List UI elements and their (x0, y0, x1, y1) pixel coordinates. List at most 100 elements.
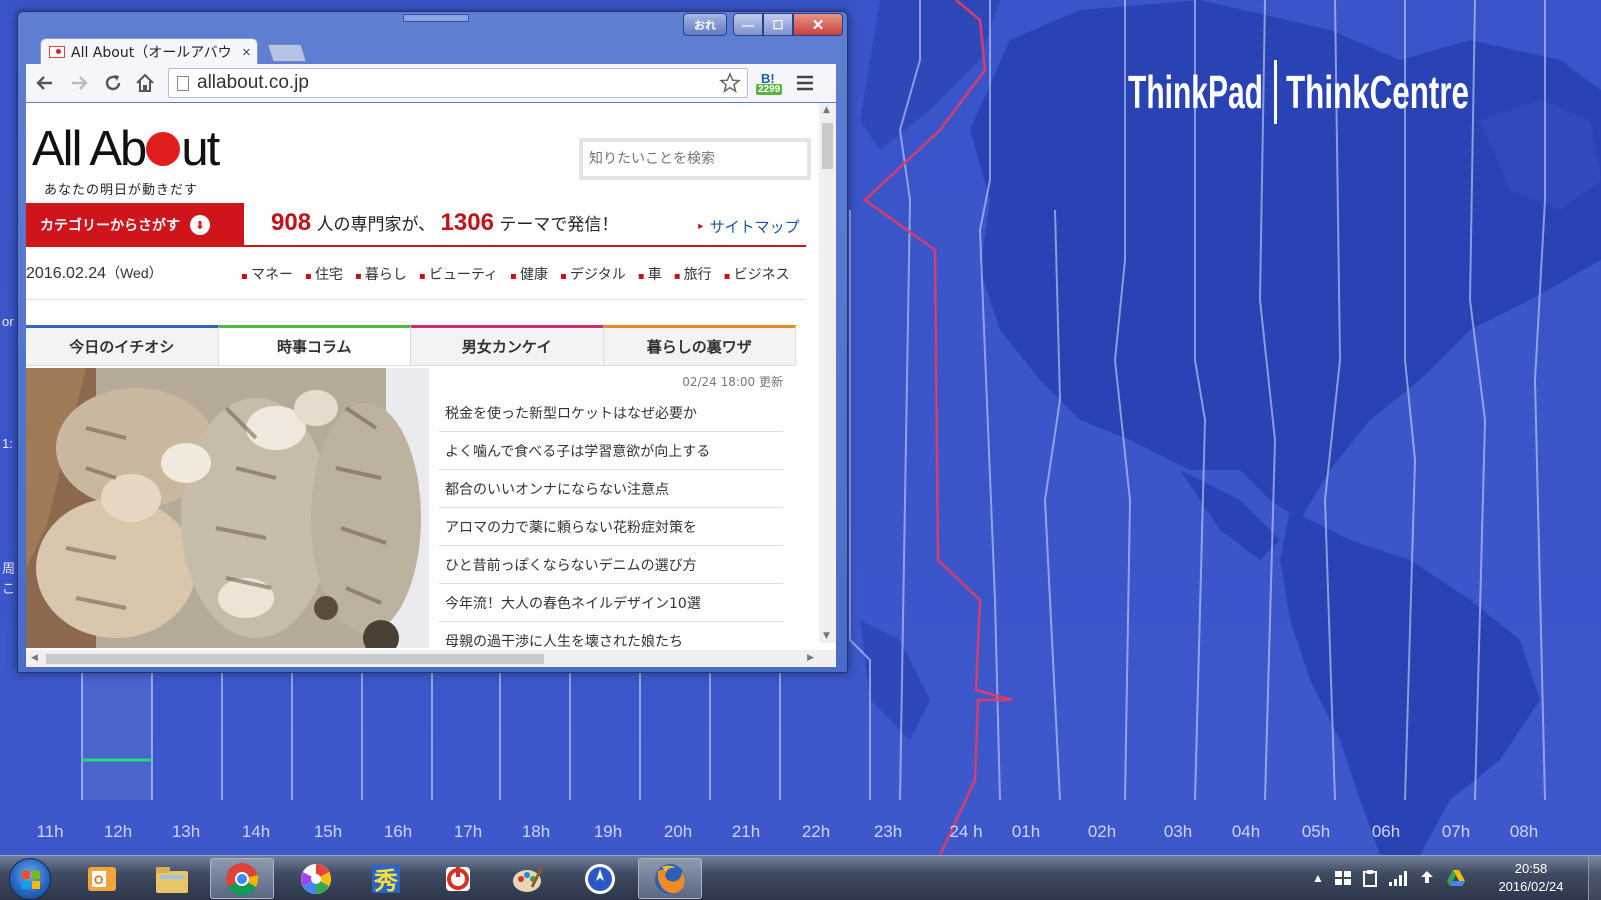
reload-icon (105, 75, 121, 91)
edge-text: or (2, 314, 14, 329)
clipboard-icon[interactable] (1362, 869, 1378, 887)
nav-link[interactable]: 車 (638, 264, 662, 284)
chrome-icon (226, 862, 259, 895)
nav-link[interactable]: デジタル (560, 264, 626, 284)
allabout-logo[interactable]: All Ab ut あなたの明日が動きだす (32, 121, 220, 198)
search-input[interactable] (583, 142, 807, 176)
news-item[interactable]: 都合のいいオンナにならない注意点 (439, 470, 783, 508)
timezone-label: 18h (521, 822, 551, 841)
current-date: 2016.02.24（Wed） (26, 263, 163, 283)
expert-count-headline: 908 人の専門家が、 1306 テーマで発信！ (271, 209, 618, 237)
tab-todays-pick[interactable]: 今日のイチオシ (26, 325, 219, 366)
news-item[interactable]: よく噛んで食べる子は学習意欲が向上する (439, 432, 783, 470)
clock-date: 2016/02/24 (1498, 879, 1564, 894)
headline-end: テーマで発信！ (499, 215, 619, 235)
network-signal-icon[interactable] (1388, 870, 1408, 886)
system-tray: ▲ (1312, 869, 1466, 887)
tab-strip: All About（オールアバウ × (26, 36, 836, 65)
hamburger-menu-icon (797, 75, 813, 91)
genre-nav: マネー 住宅 暮らし ビューティ 健康 デジタル 車 旅行 ビジネス (241, 264, 790, 284)
new-tab-button[interactable] (267, 44, 307, 62)
timezone-label: 02h (1087, 822, 1117, 841)
taskbar-app-outlook[interactable]: O (70, 858, 134, 899)
allabout-favicon-icon (49, 46, 65, 58)
nav-link[interactable]: 住宅 (305, 264, 343, 284)
tab-allabout[interactable]: All About（オールアバウ × (40, 38, 258, 65)
maximize-button[interactable]: ☐ (763, 13, 793, 36)
logo-text-prefix: All Ab (32, 122, 147, 176)
browser-window[interactable]: おれ — ☐ ✕ All About（オールアバウ × allabout.co.… (17, 11, 848, 673)
antivirus-icon (446, 866, 470, 891)
tab-current-affairs[interactable]: 時事コラム (218, 325, 411, 366)
horizontal-scroll-thumb[interactable] (46, 654, 544, 664)
reload-button[interactable] (100, 70, 126, 96)
back-button[interactable] (32, 70, 58, 96)
divider (26, 299, 806, 300)
news-item[interactable]: ひと昔前っぽくならないデニムの選び方 (439, 546, 783, 584)
scroll-down-icon[interactable]: ▼ (823, 631, 830, 641)
svg-text:ThinkCentre: ThinkCentre (1286, 66, 1469, 118)
taskbar-app-chrome[interactable] (210, 858, 274, 899)
horizontal-scrollbar[interactable]: ◀ ▶ (26, 650, 836, 667)
tab-relationships[interactable]: 男女カンケイ (411, 325, 604, 366)
nav-link[interactable]: マネー (241, 264, 293, 284)
menu-button[interactable] (792, 70, 818, 96)
start-button[interactable] (9, 858, 51, 900)
timezone-label: 06h (1371, 822, 1401, 841)
vertical-scroll-thumb[interactable] (822, 123, 833, 169)
kittens-photo[interactable] (26, 368, 429, 648)
sitemap-link[interactable]: サイトマップ (696, 216, 800, 237)
profile-button[interactable]: おれ (683, 13, 727, 36)
show-desktop-button[interactable] (1588, 856, 1601, 900)
nav-link[interactable]: 健康 (510, 264, 548, 284)
taskbar-app-paint[interactable] (496, 858, 560, 899)
vertical-scrollbar[interactable]: ▲ ▼ (819, 103, 836, 643)
address-bar[interactable]: allabout.co.jp (168, 68, 748, 98)
site-search[interactable] (579, 138, 811, 180)
page-viewport[interactable]: All Ab ut あなたの明日が動きだす カテゴリーからさがす ⬇ 908 人の… (26, 103, 836, 667)
taskbar-app-explorer[interactable] (140, 858, 204, 899)
hatena-bookmark-extension-icon[interactable]: B! 2299 (756, 71, 788, 97)
scroll-left-icon[interactable]: ◀ (31, 653, 38, 663)
nav-link[interactable]: ビューティ (419, 264, 498, 284)
scroll-right-icon[interactable]: ▶ (807, 653, 814, 663)
tab-life-hacks[interactable]: 暮らしの裏ワザ (603, 325, 796, 366)
show-hidden-icons-icon[interactable]: ▲ (1312, 871, 1324, 885)
taskbar-app-picasa[interactable] (284, 858, 348, 899)
file-explorer-icon (156, 866, 188, 893)
timezone-label: 16h (383, 822, 413, 841)
bookmark-star-icon[interactable] (719, 72, 741, 94)
svg-text:秀: 秀 (373, 867, 398, 895)
taskbar-app-navigator[interactable] (568, 858, 632, 899)
timezone-label: 11h (36, 822, 64, 841)
date-and-nav-row: 2016.02.24（Wed） マネー 住宅 暮らし ビューティ 健康 デジタル… (26, 259, 806, 289)
windows-update-icon[interactable] (1334, 870, 1352, 886)
recycle-sync-icon[interactable] (1418, 869, 1436, 887)
close-window-button[interactable]: ✕ (793, 13, 843, 36)
paint-icon (513, 865, 544, 892)
nav-link[interactable]: 暮らし (355, 264, 407, 284)
news-item[interactable]: 税金を使った新型ロケットはなぜ必要か (439, 394, 783, 432)
system-clock[interactable]: 20:58 2016/02/24 (1486, 860, 1576, 896)
date-value: 2016.02.24 (26, 265, 107, 282)
timezone-label: 17h (453, 822, 483, 841)
taskbar-app-firefox[interactable] (638, 858, 702, 899)
nav-link[interactable]: 旅行 (674, 264, 712, 284)
taskbar: O 秀 ▲ 20:58 2016/02/24 (0, 855, 1601, 900)
news-item[interactable]: 今年流！大人の春色ネイルデザイン10選 (439, 584, 783, 622)
window-drag-handle[interactable] (403, 14, 469, 22)
google-drive-icon[interactable] (1446, 869, 1466, 887)
nav-link[interactable]: ビジネス (724, 264, 790, 284)
home-button[interactable] (132, 70, 158, 96)
forward-arrow-icon (72, 76, 88, 90)
taskbar-app-antivirus[interactable] (426, 858, 490, 899)
window-caption-buttons: おれ — ☐ ✕ (683, 13, 843, 36)
category-search-button[interactable]: カテゴリーからさがす ⬇ (26, 203, 244, 247)
news-item[interactable]: アロマの力で薬に頼らない花粉症対策を (439, 508, 783, 546)
scroll-up-icon[interactable]: ▲ (823, 105, 830, 115)
tab-close-icon[interactable]: × (242, 44, 251, 61)
forward-button[interactable] (66, 70, 92, 96)
taskbar-app-hidemaru[interactable]: 秀 (354, 858, 418, 899)
timezone-label: 23h (873, 822, 903, 841)
minimize-button[interactable]: — (733, 13, 763, 36)
